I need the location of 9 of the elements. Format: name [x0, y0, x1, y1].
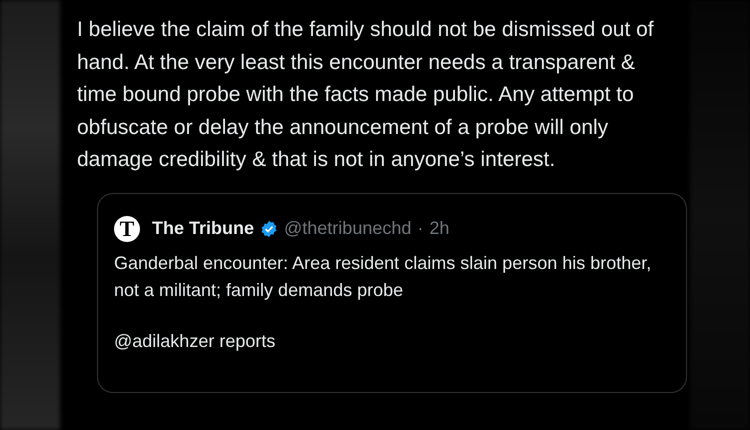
avatar-logo: T	[114, 216, 140, 242]
mention-text: @adilakhzer reports	[114, 330, 276, 352]
tweet-text: I believe the claim of the family should not be dismissed out of hand. At the very least this encounter needs a transparent & time bound probe with the facts made public. Any attempt to obfuscate or delay the announcement of a probe will only damage credibility & that is not in anyone’s interest.	[77, 17, 655, 173]
separator-dot: ·	[417, 218, 424, 239]
quoted-tweet-card[interactable]: T The Tribune @thetribunechd · 2h Ganderbal encounter: Area resident claims slain person his brother, not a militant; family demands probe @adilakhzer reports	[97, 192, 687, 392]
quoted-tweet-text: Ganderbal encounter: Area resident claims slain person his brother, not a militant; family demands probe	[114, 252, 652, 302]
post-time: 2h	[429, 218, 450, 239]
author-name[interactable]: The Tribune	[152, 218, 254, 239]
author-handle[interactable]: @thetribunechd	[284, 218, 412, 239]
